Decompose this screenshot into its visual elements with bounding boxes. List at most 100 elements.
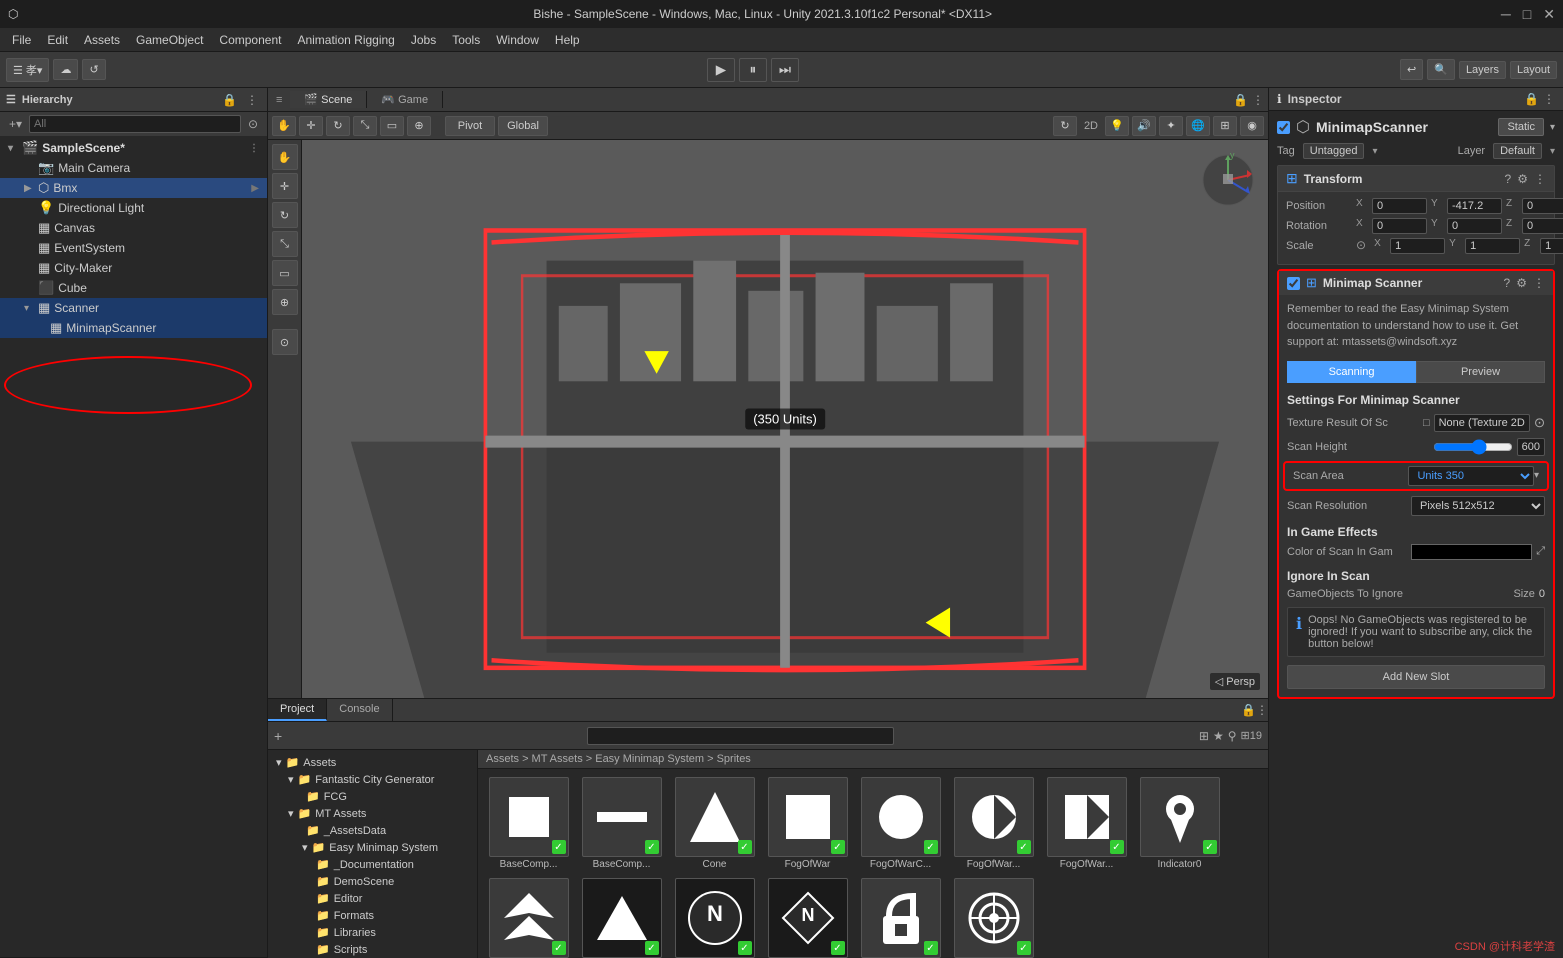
step-button[interactable]: ⏭	[771, 58, 799, 82]
project-add-btn[interactable]: +	[274, 728, 282, 744]
hierarchy-item-citymaker[interactable]: ▦ City-Maker	[0, 258, 267, 278]
asset-basecomp2[interactable]: ✓ BaseComp...	[579, 777, 664, 870]
minimap-scanner-settings-btn[interactable]: ⚙	[1516, 276, 1527, 290]
scene-light-btn[interactable]: 💡	[1105, 116, 1129, 136]
scene-fx-btn[interactable]: ✦	[1159, 116, 1183, 136]
project-icon-btn1[interactable]: ⊞	[1199, 729, 1209, 743]
scale-z-input[interactable]	[1540, 238, 1563, 254]
proj-item-demoscene[interactable]: 📁 DemoScene	[268, 873, 477, 890]
hierarchy-lock-btn[interactable]: 🔒	[219, 92, 240, 108]
asset-north0[interactable]: N ✓ North0	[672, 878, 757, 958]
hierarchy-search-input[interactable]	[29, 115, 241, 133]
toolbar-cloud-btn[interactable]: ☁	[53, 59, 78, 80]
rotate-tool-vertical[interactable]: ↻	[272, 202, 298, 228]
scene-camera-btn[interactable]: ↻	[1053, 116, 1077, 136]
scale-tool-vertical[interactable]: ⤡	[272, 231, 298, 257]
hierarchy-add-btn[interactable]: +▾	[6, 116, 25, 132]
minimap-scanner-more-btn[interactable]: ⋮	[1533, 276, 1545, 290]
asset-fogofwarc[interactable]: ✓ FogOfWarC...	[858, 777, 943, 870]
menu-assets[interactable]: Assets	[76, 31, 128, 49]
minimap-scanner-header[interactable]: ⊞ Minimap Scanner ? ⚙ ⋮	[1279, 271, 1553, 295]
asset-fogofwar[interactable]: ✓ FogOfWar	[765, 777, 850, 870]
asset-indicator2[interactable]: ✓ Indicator2	[579, 878, 664, 958]
hierarchy-more-btn[interactable]: ⋮	[243, 92, 261, 108]
project-more-btn[interactable]: ⋮	[1256, 699, 1268, 721]
custom2-tool-vertical[interactable]: ⊙	[272, 329, 298, 355]
scene-skybox-btn[interactable]: 🌐	[1186, 116, 1210, 136]
scale-tool-btn[interactable]: ⤡	[353, 116, 377, 136]
bmx-more-btn[interactable]: ▶	[251, 183, 259, 194]
minimap-scanner-help-btn[interactable]: ?	[1504, 276, 1511, 290]
color-expand-btn[interactable]: ⤢	[1536, 545, 1545, 558]
undo-history-btn[interactable]: ↩	[1400, 59, 1423, 80]
rotation-z-input[interactable]	[1522, 218, 1563, 234]
scanning-tab[interactable]: Scanning	[1287, 361, 1416, 383]
scene-audio-btn[interactable]: 🔊	[1132, 116, 1156, 136]
hierarchy-item-eventsystem[interactable]: ▦ EventSystem	[0, 238, 267, 258]
menu-file[interactable]: File	[4, 31, 39, 49]
scene-more-btn[interactable]: ⋮	[249, 143, 259, 154]
asset-fogofwar3[interactable]: ✓ FogOfWar...	[1044, 777, 1129, 870]
texture-result-pick-btn[interactable]: ⊙	[1534, 415, 1545, 431]
rotation-y-input[interactable]	[1447, 218, 1502, 234]
close-btn[interactable]: ✕	[1543, 6, 1555, 23]
rect-tool-btn[interactable]: ▭	[380, 116, 404, 136]
asset-cone[interactable]: ✓ Cone	[672, 777, 757, 870]
tab-game[interactable]: 🎮 Game	[367, 91, 443, 108]
transform-settings-btn[interactable]: ⚙	[1517, 172, 1528, 186]
project-icon-btn3[interactable]: ⚲	[1228, 729, 1237, 743]
project-lock-btn[interactable]: 🔒	[1241, 699, 1256, 721]
hierarchy-filter-btn[interactable]: ⊙	[245, 116, 261, 132]
scene-more-btn[interactable]: ⋮	[1252, 93, 1264, 107]
proj-item-editor[interactable]: 📁 Editor	[268, 890, 477, 907]
global-btn[interactable]: Global	[498, 116, 548, 136]
tab-console[interactable]: Console	[327, 699, 392, 721]
scale-y-input[interactable]	[1465, 238, 1520, 254]
menu-gameobject[interactable]: GameObject	[128, 31, 211, 49]
hierarchy-item-scanner[interactable]: ▾ ▦ Scanner	[0, 298, 267, 318]
menu-help[interactable]: Help	[547, 31, 588, 49]
pause-button[interactable]: ⏸	[739, 58, 767, 82]
scene-hidden-btn[interactable]: ◉	[1240, 116, 1264, 136]
rect-tool-vertical[interactable]: ▭	[272, 260, 298, 286]
asset-indicator0[interactable]: ✓ Indicator0	[1137, 777, 1222, 870]
hierarchy-item-samplescene[interactable]: ▾ 🎬 SampleScene* ⋮	[0, 138, 267, 158]
transform-more-btn[interactable]: ⋮	[1534, 172, 1546, 186]
scan-resolution-select[interactable]: Pixels 512x512 Pixels 256x256 Pixels 102…	[1411, 496, 1545, 516]
color-picker-box[interactable]	[1411, 544, 1533, 560]
project-search-input[interactable]	[587, 727, 894, 745]
static-button[interactable]: Static	[1498, 118, 1544, 136]
proj-item-fantasticcity[interactable]: ▾ 📁 Fantastic City Generator	[268, 771, 477, 788]
asset-fogofwar2[interactable]: ✓ FogOfWar...	[951, 777, 1036, 870]
scene-lock-btn[interactable]: 🔒	[1233, 93, 1248, 107]
hierarchy-item-cube[interactable]: ⬛ Cube	[0, 278, 267, 298]
object-active-checkbox[interactable]	[1277, 121, 1290, 134]
toolbar-account-btn[interactable]: ☰ 孝▾	[6, 58, 49, 82]
preview-tab[interactable]: Preview	[1416, 361, 1545, 383]
hierarchy-item-directionallight[interactable]: 💡 Directional Light	[0, 198, 267, 218]
proj-item-documentation[interactable]: 📁 _Documentation	[268, 856, 477, 873]
transform-help-btn[interactable]: ?	[1505, 172, 1512, 186]
menu-jobs[interactable]: Jobs	[403, 31, 444, 49]
position-z-input[interactable]	[1522, 198, 1563, 214]
hierarchy-item-canvas[interactable]: ▦ Canvas	[0, 218, 267, 238]
scan-height-slider[interactable]	[1433, 439, 1513, 455]
play-button[interactable]: ▶	[707, 58, 735, 82]
menu-animation-rigging[interactable]: Animation Rigging	[289, 31, 402, 49]
asset-target0[interactable]: ✓ Target0	[951, 878, 1036, 958]
inspector-more-btn[interactable]: ⋮	[1543, 92, 1555, 106]
tab-project[interactable]: Project	[268, 699, 327, 721]
scene-gizmos-btn[interactable]: ⊞	[1213, 116, 1237, 136]
layout-dropdown[interactable]: Layout	[1510, 61, 1557, 79]
move-tool-vertical[interactable]: ✛	[272, 173, 298, 199]
toolbar-collab-btn[interactable]: ↺	[82, 59, 105, 80]
hand-tool-btn[interactable]: ✋	[272, 116, 296, 136]
layers-dropdown[interactable]: Layers	[1459, 61, 1506, 79]
position-x-input[interactable]	[1372, 198, 1427, 214]
scale-x-input[interactable]	[1390, 238, 1445, 254]
tab-scene[interactable]: 🎬 Scene	[290, 91, 367, 108]
rotation-x-input[interactable]	[1372, 218, 1427, 234]
move-tool-btn[interactable]: ✛	[299, 116, 323, 136]
minimize-btn[interactable]: ─	[1501, 6, 1511, 23]
asset-basecomp1[interactable]: ✓ BaseComp...	[486, 777, 571, 870]
